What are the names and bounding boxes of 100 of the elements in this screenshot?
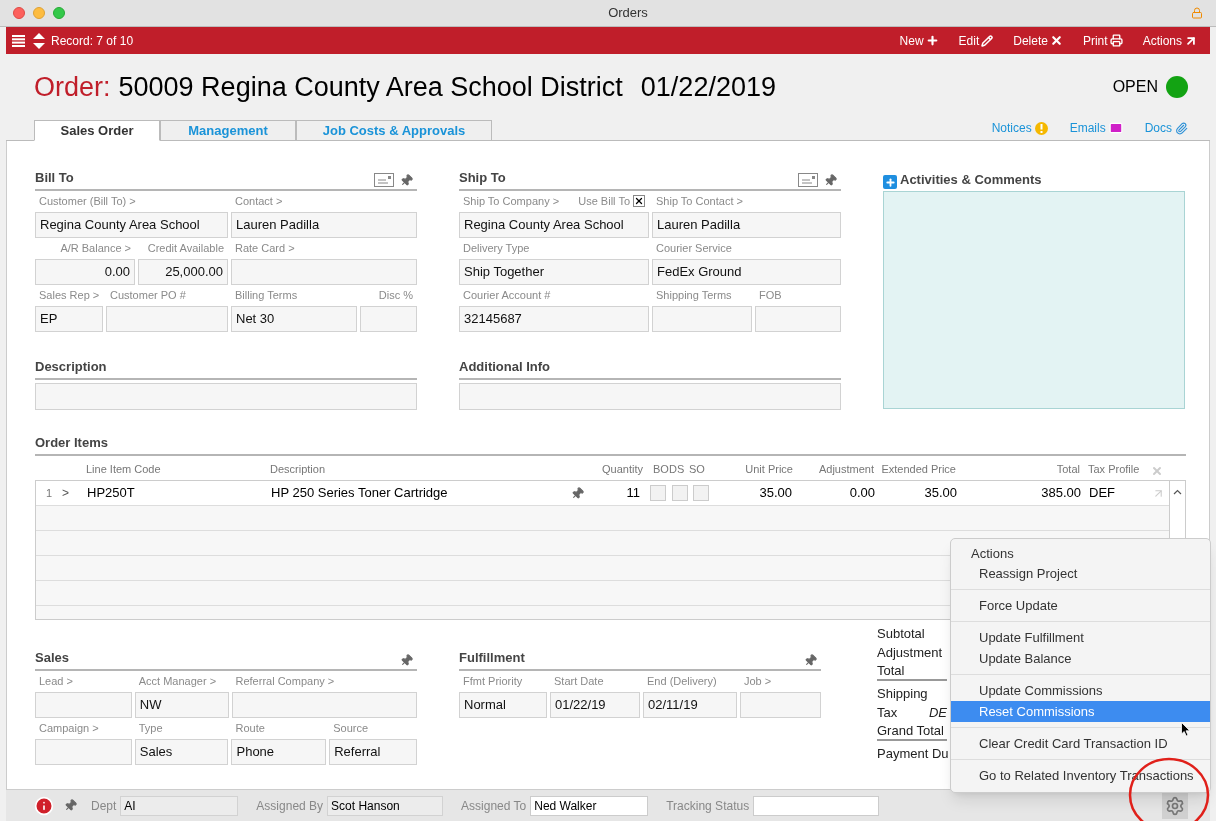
input-field[interactable]: Sales <box>134 739 229 765</box>
input-field[interactable]: Net 30 <box>231 306 357 332</box>
field-label: Tracking Status <box>666 797 750 815</box>
table-cell-text: DEF <box>1088 484 1116 503</box>
input-field[interactable]: Referral <box>329 739 417 765</box>
close-window-button[interactable] <box>13 7 25 19</box>
record-date: 01/22/2019 <box>640 70 776 104</box>
menu-item[interactable]: Update Fulfillment <box>951 627 1210 648</box>
toolbar-button[interactable]: Delete <box>1013 31 1063 50</box>
input-field[interactable]: Regina County Area School <box>459 212 649 238</box>
column-header: Description <box>269 461 327 477</box>
table-row[interactable]: 1 > HP250T HP 250 Series Toner Cartridge 11 35.00 0.00 35.00 385.00 DEF <box>36 481 1169 506</box>
total-label: Total <box>877 661 905 680</box>
minimize-button[interactable] <box>33 7 45 19</box>
input-field[interactable]: 32145687 <box>459 306 649 332</box>
input-field[interactable] <box>35 739 132 765</box>
input-field[interactable]: Ned Walker <box>530 795 649 816</box>
input-field[interactable] <box>740 692 821 718</box>
field-label: Ffmt Priority <box>463 673 523 689</box>
input-field[interactable]: NW <box>134 692 229 718</box>
record-title: 50009 Regina County Area School District <box>118 70 623 104</box>
input-field[interactable]: Lauren Padilla <box>231 212 417 238</box>
menu-icon[interactable] <box>12 34 25 47</box>
menu-item[interactable]: Force Update <box>951 595 1210 616</box>
section-title: Activities & Comments <box>900 170 1042 189</box>
menu-item[interactable]: Update Balance <box>951 648 1210 669</box>
input-field[interactable] <box>106 306 228 332</box>
field-label: Job > <box>744 673 772 689</box>
input-field[interactable]: EP <box>35 306 103 332</box>
input-field[interactable]: 0.00 <box>35 259 135 285</box>
toolbar-button[interactable]: Actions <box>1142 31 1198 50</box>
checkbox[interactable] <box>693 485 709 501</box>
input-field[interactable]: FedEx Ground <box>652 259 841 285</box>
warning-icon <box>1034 121 1048 135</box>
column-header: Extended Price <box>880 461 957 477</box>
input-field[interactable]: Lauren Padilla <box>652 212 841 238</box>
plus-icon <box>925 34 939 47</box>
add-icon[interactable] <box>883 175 897 189</box>
toolbar-button[interactable]: Print <box>1082 31 1123 50</box>
field-label: Contact > <box>235 193 283 209</box>
input-field[interactable] <box>231 259 417 285</box>
expand-arrow[interactable]: > <box>62 484 84 502</box>
section-title: Bill To <box>35 168 75 187</box>
input-field[interactable] <box>459 383 841 410</box>
record-label: Order: <box>34 70 111 104</box>
input-field[interactable] <box>360 306 417 332</box>
column-header: DS <box>669 461 686 477</box>
field-label: Delivery Type <box>463 240 530 256</box>
input-field[interactable]: Ship Together <box>459 259 649 285</box>
menu-item[interactable]: Clear Credit Card Transaction ID <box>951 733 1210 754</box>
scroll-up-icon[interactable] <box>1173 489 1182 495</box>
table-cell-text: 35.00 <box>923 484 958 503</box>
menu-item[interactable]: Reassign Project <box>951 563 1210 584</box>
field-label: Campaign > <box>39 720 99 736</box>
toolbar-button[interactable]: New <box>899 31 939 50</box>
sort-arrows-icon[interactable] <box>33 32 45 49</box>
input-field[interactable]: 25,000.00 <box>138 259 228 285</box>
input-field[interactable] <box>652 306 752 332</box>
field-label: Disc % <box>378 287 413 303</box>
field-label: Start Date <box>554 673 604 689</box>
input-field[interactable]: AI <box>120 795 239 816</box>
card-icon[interactable] <box>374 173 394 187</box>
field-label: Customer (Bill To) > <box>39 193 136 209</box>
field-label: Customer PO # <box>110 287 186 303</box>
column-header: SO <box>689 461 706 477</box>
checkbox[interactable] <box>633 194 645 207</box>
settings-button[interactable] <box>1162 792 1188 819</box>
input-field[interactable] <box>35 692 132 718</box>
section-title: Sales <box>35 648 70 667</box>
card-icon[interactable] <box>798 173 818 187</box>
field-label: Ship To Company > <box>463 193 560 209</box>
info-icon[interactable] <box>34 795 54 816</box>
input-field[interactable] <box>753 795 880 816</box>
close-icon[interactable] <box>1151 465 1163 477</box>
input-field[interactable]: 01/22/19 <box>550 692 640 718</box>
field-label: Courier Account # <box>463 287 551 303</box>
section-title: Fulfillment <box>459 648 526 667</box>
checkbox[interactable] <box>650 485 666 501</box>
input-field[interactable]: Phone <box>231 739 327 765</box>
input-field[interactable]: Scot Hanson <box>327 795 444 816</box>
field-label: Sales Rep > <box>39 287 100 303</box>
checkbox[interactable] <box>672 485 688 501</box>
input-field[interactable] <box>231 692 417 718</box>
input-field[interactable]: Normal <box>459 692 547 718</box>
input-field[interactable]: Regina County Area School <box>35 212 228 238</box>
table-cell-text: HP250T <box>86 484 136 503</box>
menu-heading: Actions <box>970 545 1015 563</box>
field-label: Dept <box>91 797 117 815</box>
input-field[interactable] <box>755 306 841 332</box>
field-label: Assigned By <box>256 797 324 815</box>
input-field[interactable]: 02/11/19 <box>643 692 737 718</box>
menu-item[interactable]: Update Commissions <box>951 680 1210 701</box>
toolbar-button[interactable]: Edit <box>958 31 994 50</box>
zoom-button[interactable] <box>53 7 65 19</box>
record-counter: Record: 7 of 10 <box>51 32 134 50</box>
window-title: Orders <box>607 4 649 23</box>
input-field[interactable] <box>35 383 417 410</box>
field-label: Assigned To <box>461 797 527 815</box>
tab[interactable]: Sales Order <box>34 120 160 141</box>
total-label: Payment Du <box>877 744 949 763</box>
